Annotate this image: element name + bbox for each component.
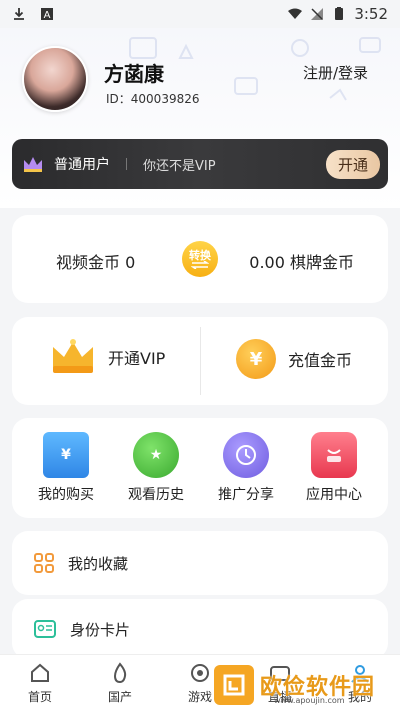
video-coins: 视频金币 0 <box>56 253 136 272</box>
tool-label: 观看历史 <box>128 487 184 503</box>
battery-icon <box>335 7 344 20</box>
avatar[interactable] <box>22 46 88 112</box>
open-vip-button[interactable]: 开通 <box>325 149 380 179</box>
flame-icon <box>113 662 127 684</box>
tools-card: ¥ 我的购买 ★ 观看历史 推广分享 应用中心 <box>12 418 388 518</box>
chess-coins: 0.00 棋牌金币 <box>249 253 354 272</box>
open-vip-label: 开通VIP <box>108 349 166 368</box>
clock-share-icon <box>223 432 269 478</box>
no-signal-icon <box>311 8 324 20</box>
watermark-url: www.apoujin.com <box>274 696 345 705</box>
nav-home[interactable]: 首页 <box>0 655 80 712</box>
tool-label: 推广分享 <box>218 487 274 503</box>
exchange-arrows-icon <box>191 260 209 269</box>
id-card-icon <box>34 620 56 638</box>
favorites-item[interactable]: 我的收藏 <box>12 531 388 595</box>
tool-label: 我的购买 <box>38 487 94 503</box>
status-time: 3:52 <box>354 5 388 23</box>
vip-recharge-card: 开通VIP ¥ 充值金币 <box>12 317 388 405</box>
tool-promote-share[interactable]: 推广分享 <box>206 432 286 504</box>
vip-hint: 你还不是VIP <box>143 158 216 174</box>
nav-domestic[interactable]: 国产 <box>80 655 160 712</box>
crown-icon <box>53 339 93 373</box>
watermark-logo-icon <box>214 665 254 705</box>
wifi-icon <box>288 8 303 19</box>
crown-icon <box>24 157 42 172</box>
tool-app-center[interactable]: 应用中心 <box>294 432 374 504</box>
recharge-label: 充值金币 <box>288 351 353 370</box>
yen-coin-icon: ¥ <box>236 339 276 379</box>
id-card-label: 身份卡片 <box>70 620 131 639</box>
nav-label: 国产 <box>107 690 132 704</box>
swap-coins-button[interactable]: 转换 <box>182 241 218 277</box>
tool-my-purchase[interactable]: ¥ 我的购买 <box>26 432 106 504</box>
favorites-label: 我的收藏 <box>68 554 129 573</box>
nav-label: 首页 <box>27 690 52 704</box>
game-icon <box>191 664 209 682</box>
home-icon <box>31 663 49 682</box>
recharge-entry[interactable]: ¥ 充值金币 <box>236 339 352 379</box>
app-center-icon <box>311 432 357 478</box>
open-vip-entry[interactable]: 开通VIP <box>50 339 165 375</box>
user-id: ID：400039826 <box>106 92 200 106</box>
download-icon <box>14 8 24 20</box>
nav-label: 游戏 <box>187 690 212 704</box>
purchase-icon: ¥ <box>43 432 89 478</box>
svg-text:A: A <box>44 10 51 21</box>
watermark: 欧俭软件园 www.apoujin.com <box>214 660 394 710</box>
swap-label: 转换 <box>189 248 211 262</box>
user-level: 普通用户 <box>54 157 110 173</box>
divider <box>126 158 127 170</box>
star-history-icon: ★ <box>133 432 179 478</box>
tool-watch-history[interactable]: ★ 观看历史 <box>116 432 196 504</box>
coins-card: 视频金币 0 转换 0.00 棋牌金币 <box>12 215 388 303</box>
vip-status-bar[interactable]: 普通用户 你还不是VIP 开通 <box>12 139 388 189</box>
grid-icon <box>34 553 54 573</box>
a-icon: A <box>41 8 53 21</box>
divider <box>200 327 201 395</box>
username: 方菡康 <box>104 62 164 86</box>
status-bar: A 3:52 <box>0 0 400 28</box>
register-login-link[interactable]: 注册/登录 <box>303 62 368 83</box>
tool-label: 应用中心 <box>306 487 362 503</box>
id-card-item[interactable]: 身份卡片 <box>12 599 388 659</box>
